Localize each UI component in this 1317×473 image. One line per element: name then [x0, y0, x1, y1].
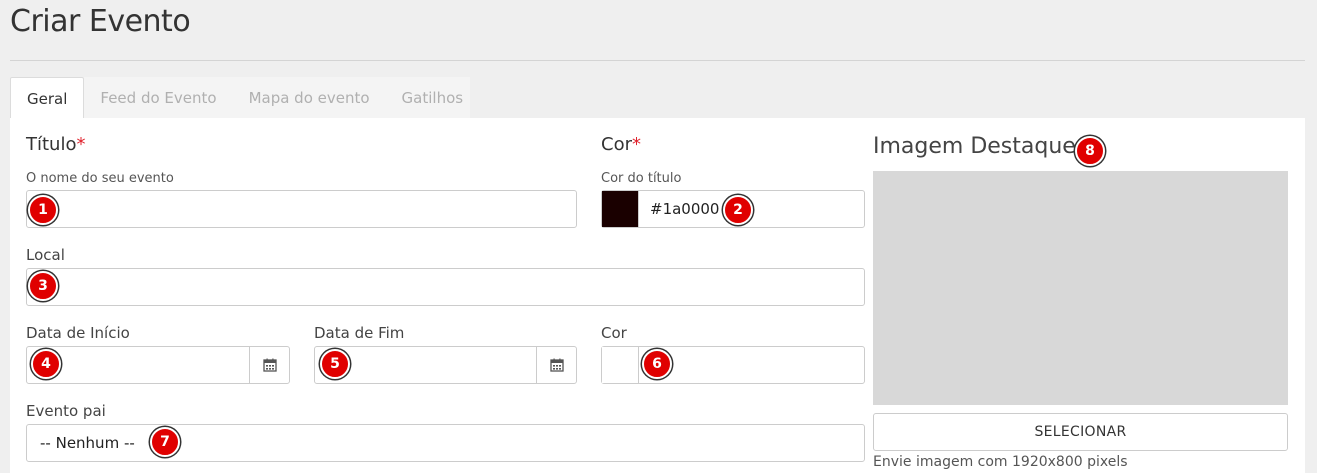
- data-fim-label: Data de Fim: [314, 324, 405, 342]
- image-size-hint: Envie imagem com 1920x800 pixels: [873, 454, 1128, 470]
- titulo-label: Título*: [26, 134, 86, 155]
- marker-3: 3: [28, 271, 58, 301]
- tab-gatilhos[interactable]: Gatilhos: [386, 77, 480, 119]
- marker-8: 8: [1075, 136, 1105, 166]
- calendar-button[interactable]: [536, 347, 576, 383]
- imagem-destaque-heading: Imagem Destaque: [873, 134, 1076, 159]
- evento-pai-selected: -- Nenhum --: [40, 434, 135, 452]
- marker-7: 7: [150, 427, 180, 457]
- calendar-icon: [549, 358, 564, 372]
- cor-field[interactable]: [601, 346, 865, 384]
- color-swatch[interactable]: [602, 347, 639, 383]
- page-title: Criar Evento: [10, 4, 191, 39]
- evento-pai-label: Evento pai: [26, 402, 106, 420]
- tab-geral[interactable]: Geral: [10, 77, 85, 119]
- selecionar-button[interactable]: SELECIONAR: [873, 413, 1288, 451]
- cor-label: Cor: [601, 324, 627, 342]
- data-inicio-field: [26, 346, 290, 384]
- marker-1: 1: [28, 195, 58, 225]
- calendar-icon: [262, 358, 277, 372]
- title-divider: [10, 60, 1305, 61]
- color-swatch[interactable]: [602, 191, 639, 227]
- data-inicio-label: Data de Início: [26, 324, 130, 342]
- titulo-input[interactable]: [27, 191, 576, 227]
- marker-2: 2: [723, 195, 753, 225]
- marker-6: 6: [642, 349, 672, 379]
- titulo-hint: O nome do seu evento: [26, 171, 174, 186]
- required-mark: *: [76, 134, 86, 155]
- tab-mapa-do-evento[interactable]: Mapa do evento: [233, 77, 386, 119]
- tab-feed-do-evento[interactable]: Feed do Evento: [84, 77, 232, 119]
- titulo-field: [26, 190, 577, 228]
- required-mark: *: [631, 134, 641, 155]
- tab-bar: Geral Feed do Evento Mapa do evento Gati…: [10, 77, 479, 119]
- cor-titulo-value: #1a0000: [650, 200, 720, 218]
- calendar-button[interactable]: [249, 347, 289, 383]
- local-label: Local: [26, 246, 65, 264]
- local-field: [26, 268, 865, 306]
- marker-4: 4: [31, 349, 61, 379]
- cor-titulo-hint: Cor do título: [601, 171, 682, 186]
- image-placeholder: [873, 171, 1288, 405]
- marker-5: 5: [320, 349, 350, 379]
- data-fim-field: [314, 346, 577, 384]
- local-input[interactable]: [27, 269, 864, 305]
- cor-titulo-label: Cor*: [601, 134, 641, 155]
